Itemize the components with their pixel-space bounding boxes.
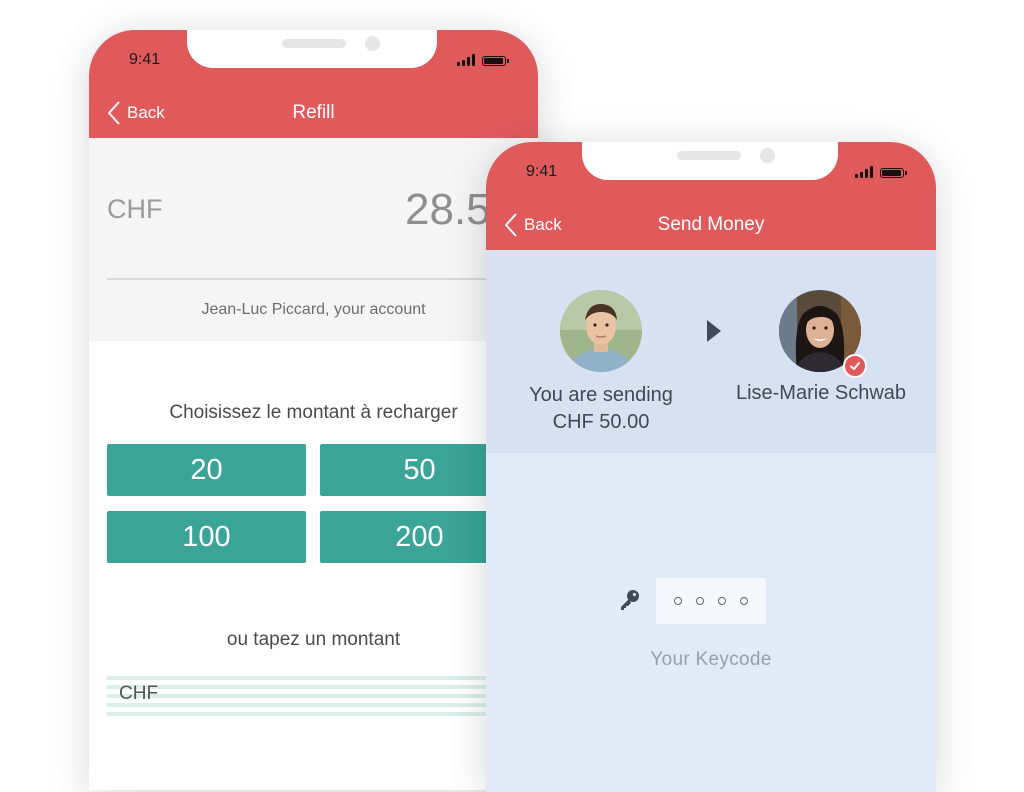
keycode-label: Your Keycode	[650, 649, 772, 670]
status-time: 9:41	[129, 51, 161, 68]
status-time: 9:41	[526, 163, 558, 180]
status-icons	[457, 54, 509, 66]
refill-screen: 9:41 Back Refill CHF 28.50 Jean-Luc Picc…	[89, 30, 538, 790]
battery-icon	[482, 56, 509, 66]
header-bar: 9:41 Back Refill	[89, 30, 538, 138]
front-camera	[760, 148, 775, 163]
signal-icon	[855, 166, 873, 178]
keycode-digit-placeholder	[740, 597, 748, 605]
keycode-digit-placeholder	[674, 597, 682, 605]
device-notch	[187, 30, 437, 68]
sending-amount: CHF 50.00	[552, 411, 650, 433]
sending-summary: You are sending CHF 50.00	[516, 382, 686, 436]
transfer-summary: You are sending CHF 50.00 Lise-Marie Sch…	[486, 250, 936, 453]
keycode-section: Your Keycode	[486, 453, 936, 792]
battery-icon	[880, 168, 907, 178]
key-icon	[621, 590, 639, 610]
balance-panel: CHF 28.50 Jean-Luc Piccard, your account	[89, 138, 538, 341]
recipient-name: Lise-Marie Schwab	[735, 382, 907, 404]
device-notch	[582, 142, 838, 180]
refill-body: Choisissez le montant à recharger 20 50 …	[89, 341, 538, 790]
amount-option-button[interactable]: 20	[107, 444, 306, 496]
custom-amount-prefix: CHF	[119, 683, 159, 704]
signal-icon	[457, 54, 475, 66]
page-title: Send Money	[657, 214, 765, 235]
keycode-digit-placeholder	[696, 597, 704, 605]
divider	[107, 278, 527, 280]
currency-label: CHF	[107, 194, 163, 224]
custom-amount-label: ou tapez un montant	[226, 629, 401, 650]
keycode-digit-placeholder	[718, 597, 726, 605]
verified-check-icon	[843, 354, 867, 378]
arrow-right-icon	[707, 320, 721, 342]
account-text: Jean-Luc Piccard, your account	[201, 301, 426, 318]
sending-text: You are sending	[529, 384, 673, 406]
send-money-screen: 9:41 Back Send Money You are sending CHF…	[486, 142, 936, 792]
sender-avatar	[560, 290, 642, 372]
choose-amount-label: Choisissez le montant à recharger	[169, 402, 458, 423]
front-camera	[365, 36, 380, 51]
keycode-input[interactable]	[656, 578, 766, 624]
custom-amount-input[interactable]: CHF	[107, 671, 527, 719]
page-title: Refill	[292, 102, 335, 123]
amount-option-button[interactable]: 100	[107, 511, 306, 563]
header-bar: 9:41 Back Send Money	[486, 142, 936, 250]
speaker-grille	[282, 39, 346, 48]
status-icons	[855, 166, 907, 178]
speaker-grille	[677, 151, 741, 160]
